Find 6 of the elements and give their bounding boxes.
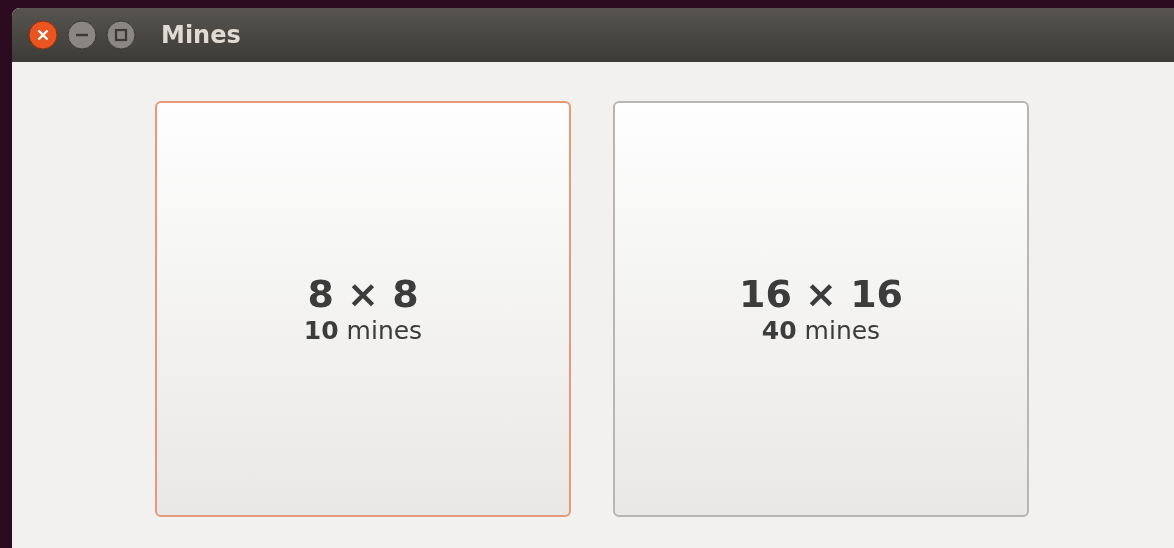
maximize-icon[interactable] [106,20,136,50]
minimize-icon[interactable] [67,20,97,50]
board-size-button[interactable]: 8 × 8 10 mines [155,101,571,517]
window-title: Mines [161,21,241,49]
close-icon[interactable] [28,20,58,50]
board-size-button[interactable]: 16 × 16 40 mines [613,101,1029,517]
